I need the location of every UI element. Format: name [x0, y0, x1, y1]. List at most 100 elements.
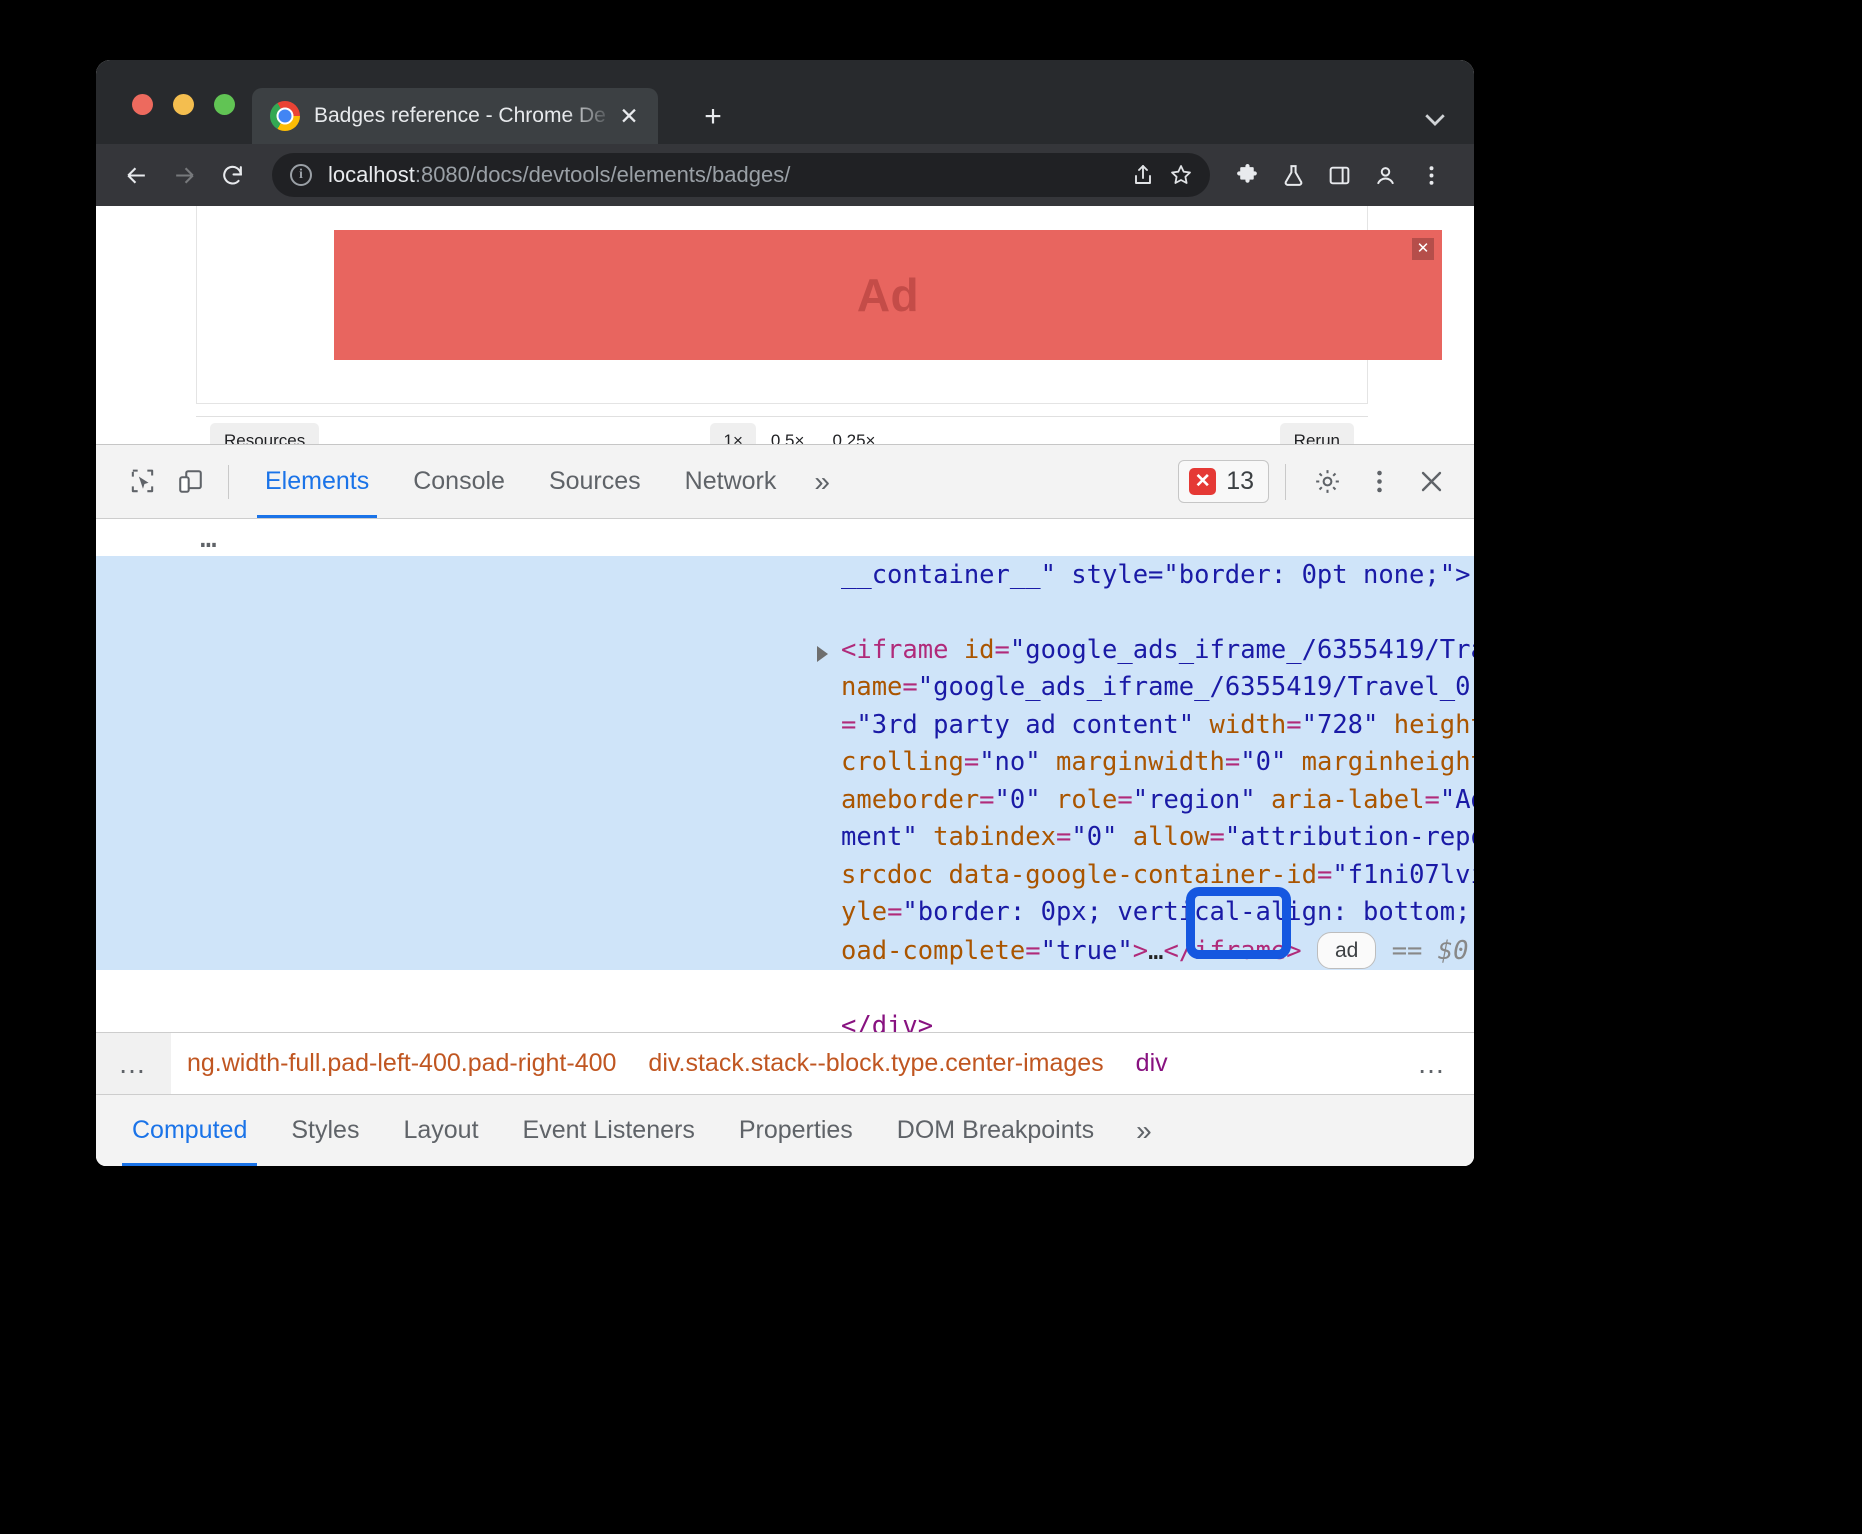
devtools-toolbar-right: ✕ 13 [1178, 457, 1456, 507]
tab-event-listeners[interactable]: Event Listeners [501, 1095, 717, 1166]
attr-value-container: __container__" style="border: 0pt none;"… [841, 560, 1470, 590]
breadcrumb: … ng.width-full.pad-left-400.pad-right-4… [96, 1032, 1474, 1094]
attr-value-width: 728 [1317, 710, 1363, 740]
attr-name-allow: allow [1133, 822, 1210, 852]
dom-overflow-handle[interactable]: … [200, 533, 220, 543]
sidebar-tab-list: Computed Styles Layout Event Listeners P… [96, 1094, 1474, 1166]
error-count-badge[interactable]: ✕ 13 [1178, 460, 1269, 503]
gear-icon[interactable] [1302, 457, 1352, 507]
side-panel-icon[interactable] [1318, 154, 1360, 196]
tab-sources[interactable]: Sources [527, 445, 663, 518]
device-toolbar-icon[interactable] [166, 458, 214, 506]
attr-name-srcdoc: srcdoc [841, 860, 933, 890]
tab-dom-breakpoints[interactable]: DOM Breakpoints [875, 1095, 1116, 1166]
profile-icon[interactable] [1364, 154, 1406, 196]
site-info-icon[interactable]: i [290, 164, 312, 186]
dom-tree[interactable]: … __container__" style="border: 0pt none… [96, 519, 1474, 1032]
attr-name-marginheight: marginheight [1302, 747, 1474, 777]
forward-arrow-icon[interactable] [162, 153, 206, 197]
expand-triangle-icon[interactable] [817, 646, 828, 662]
toolbar-divider [228, 465, 229, 499]
devtools-panel: Elements Console Sources Network » ✕ 13 [96, 444, 1474, 1166]
new-tab-button[interactable]: + [696, 102, 730, 136]
attr-value-marginwidth: 0 [1256, 747, 1271, 777]
share-icon[interactable] [1124, 156, 1162, 194]
ad-banner[interactable]: Ad ✕ [334, 230, 1442, 360]
attr-value-role: region [1148, 785, 1240, 815]
close-icon[interactable] [1406, 457, 1456, 507]
window-controls [132, 94, 235, 115]
attr-name-container-id: data-google-container-id [948, 860, 1316, 890]
devtools-tab-list: Elements Console Sources Network » [243, 445, 846, 518]
page-viewport: Ad ✕ Resources 1× 0.5× 0.25× Rerun [96, 206, 1474, 466]
collapsed-children[interactable]: … [1148, 936, 1163, 966]
closing-div-line: </div> [841, 1011, 933, 1033]
url-text: localhost:8080/docs/devtools/elements/ba… [328, 162, 1124, 188]
back-arrow-icon[interactable] [114, 153, 158, 197]
address-bar[interactable]: i localhost:8080/docs/devtools/elements/… [272, 153, 1210, 197]
error-count: 13 [1226, 467, 1254, 496]
reload-icon[interactable] [210, 153, 254, 197]
tab-properties[interactable]: Properties [717, 1095, 875, 1166]
dom-source: __container__" style="border: 0pt none;"… [841, 519, 1474, 1032]
attr-name-marginwidth: marginwidth [1056, 747, 1225, 777]
tab-styles[interactable]: Styles [269, 1095, 381, 1166]
iframe-node-line[interactable]: <iframe id="google_ads_iframe_/6355419/T… [841, 635, 1474, 966]
attr-name-height: height [1394, 710, 1474, 740]
browser-window: Badges reference - Chrome De ✕ + i local… [96, 60, 1474, 1166]
more-sidebar-tabs-icon[interactable]: » [1116, 1115, 1172, 1147]
selected-node-marker: == $0 [1392, 936, 1469, 966]
tab-title: Badges reference - Chrome De [314, 104, 614, 128]
tab-network[interactable]: Network [663, 445, 799, 518]
kebab-menu-icon[interactable] [1410, 154, 1452, 196]
attr-value-title: 3rd party ad content [872, 710, 1179, 740]
attr-name-id: id [964, 635, 995, 665]
breadcrumb-item-2[interactable]: div.stack.stack--block.type.center-image… [632, 1049, 1119, 1078]
chevron-down-icon[interactable] [1420, 104, 1450, 134]
tab-strip: Badges reference - Chrome De ✕ + [96, 60, 1474, 144]
star-icon[interactable] [1162, 156, 1200, 194]
attr-value-id: google_ads_iframe_/6355419/Travel_0 [1025, 635, 1474, 665]
inspect-cursor-icon[interactable] [118, 458, 166, 506]
attr-value-load-complete: true [1056, 936, 1117, 966]
attr-name-name: name [841, 672, 902, 702]
ad-badge-highlight [1186, 887, 1291, 959]
browser-toolbar: i localhost:8080/docs/devtools/elements/… [96, 144, 1474, 206]
puzzle-icon[interactable] [1226, 154, 1268, 196]
flask-icon[interactable] [1272, 154, 1314, 196]
maximize-window-button[interactable] [214, 94, 235, 115]
attr-value-scrolling: no [995, 747, 1026, 777]
tab-computed[interactable]: Computed [110, 1095, 269, 1166]
breadcrumb-item-1[interactable]: ng.width-full.pad-left-400.pad-right-400 [171, 1049, 632, 1078]
iframe-tag-open: <iframe [841, 635, 948, 665]
attr-name-width: width [1209, 710, 1286, 740]
url-path: :8080/docs/devtools/elements/badges/ [415, 162, 790, 187]
url-host: localhost [328, 162, 415, 187]
browser-tab[interactable]: Badges reference - Chrome De ✕ [252, 88, 658, 144]
closing-div-text: </div> [841, 1011, 933, 1033]
tab-layout[interactable]: Layout [381, 1095, 500, 1166]
attr-value-allow: attribution-reporting [1240, 822, 1474, 852]
kebab-menu-icon[interactable] [1354, 457, 1404, 507]
close-icon[interactable]: ✕ [614, 101, 644, 131]
tab-console[interactable]: Console [391, 445, 527, 518]
page-content: Ad ✕ [196, 206, 1368, 404]
breadcrumb-overflow-left[interactable]: … [96, 1033, 171, 1094]
tab-elements[interactable]: Elements [243, 445, 391, 518]
ad-badge[interactable]: ad [1317, 932, 1376, 969]
attr-value-frameborder: 0 [1010, 785, 1025, 815]
attr-name-role: role [1056, 785, 1117, 815]
breadcrumb-item-3[interactable]: div [1120, 1049, 1184, 1078]
more-tabs-icon[interactable]: » [798, 445, 846, 518]
attr-name-tabindex: tabindex [933, 822, 1056, 852]
minimize-window-button[interactable] [173, 94, 194, 115]
attr-value-container-id: f1ni07lvihot [1348, 860, 1474, 890]
toolbar-divider-2 [1285, 464, 1286, 500]
ad-close-icon[interactable]: ✕ [1412, 238, 1434, 260]
breadcrumb-overflow-right[interactable]: … [1391, 1060, 1474, 1068]
attr-value-name: google_ads_iframe_/6355419/Travel_0 [933, 672, 1470, 702]
close-window-button[interactable] [132, 94, 153, 115]
attr-value-tabindex: 0 [1087, 822, 1102, 852]
error-icon: ✕ [1189, 468, 1216, 495]
devtools-toolbar: Elements Console Sources Network » ✕ 13 [96, 445, 1474, 519]
